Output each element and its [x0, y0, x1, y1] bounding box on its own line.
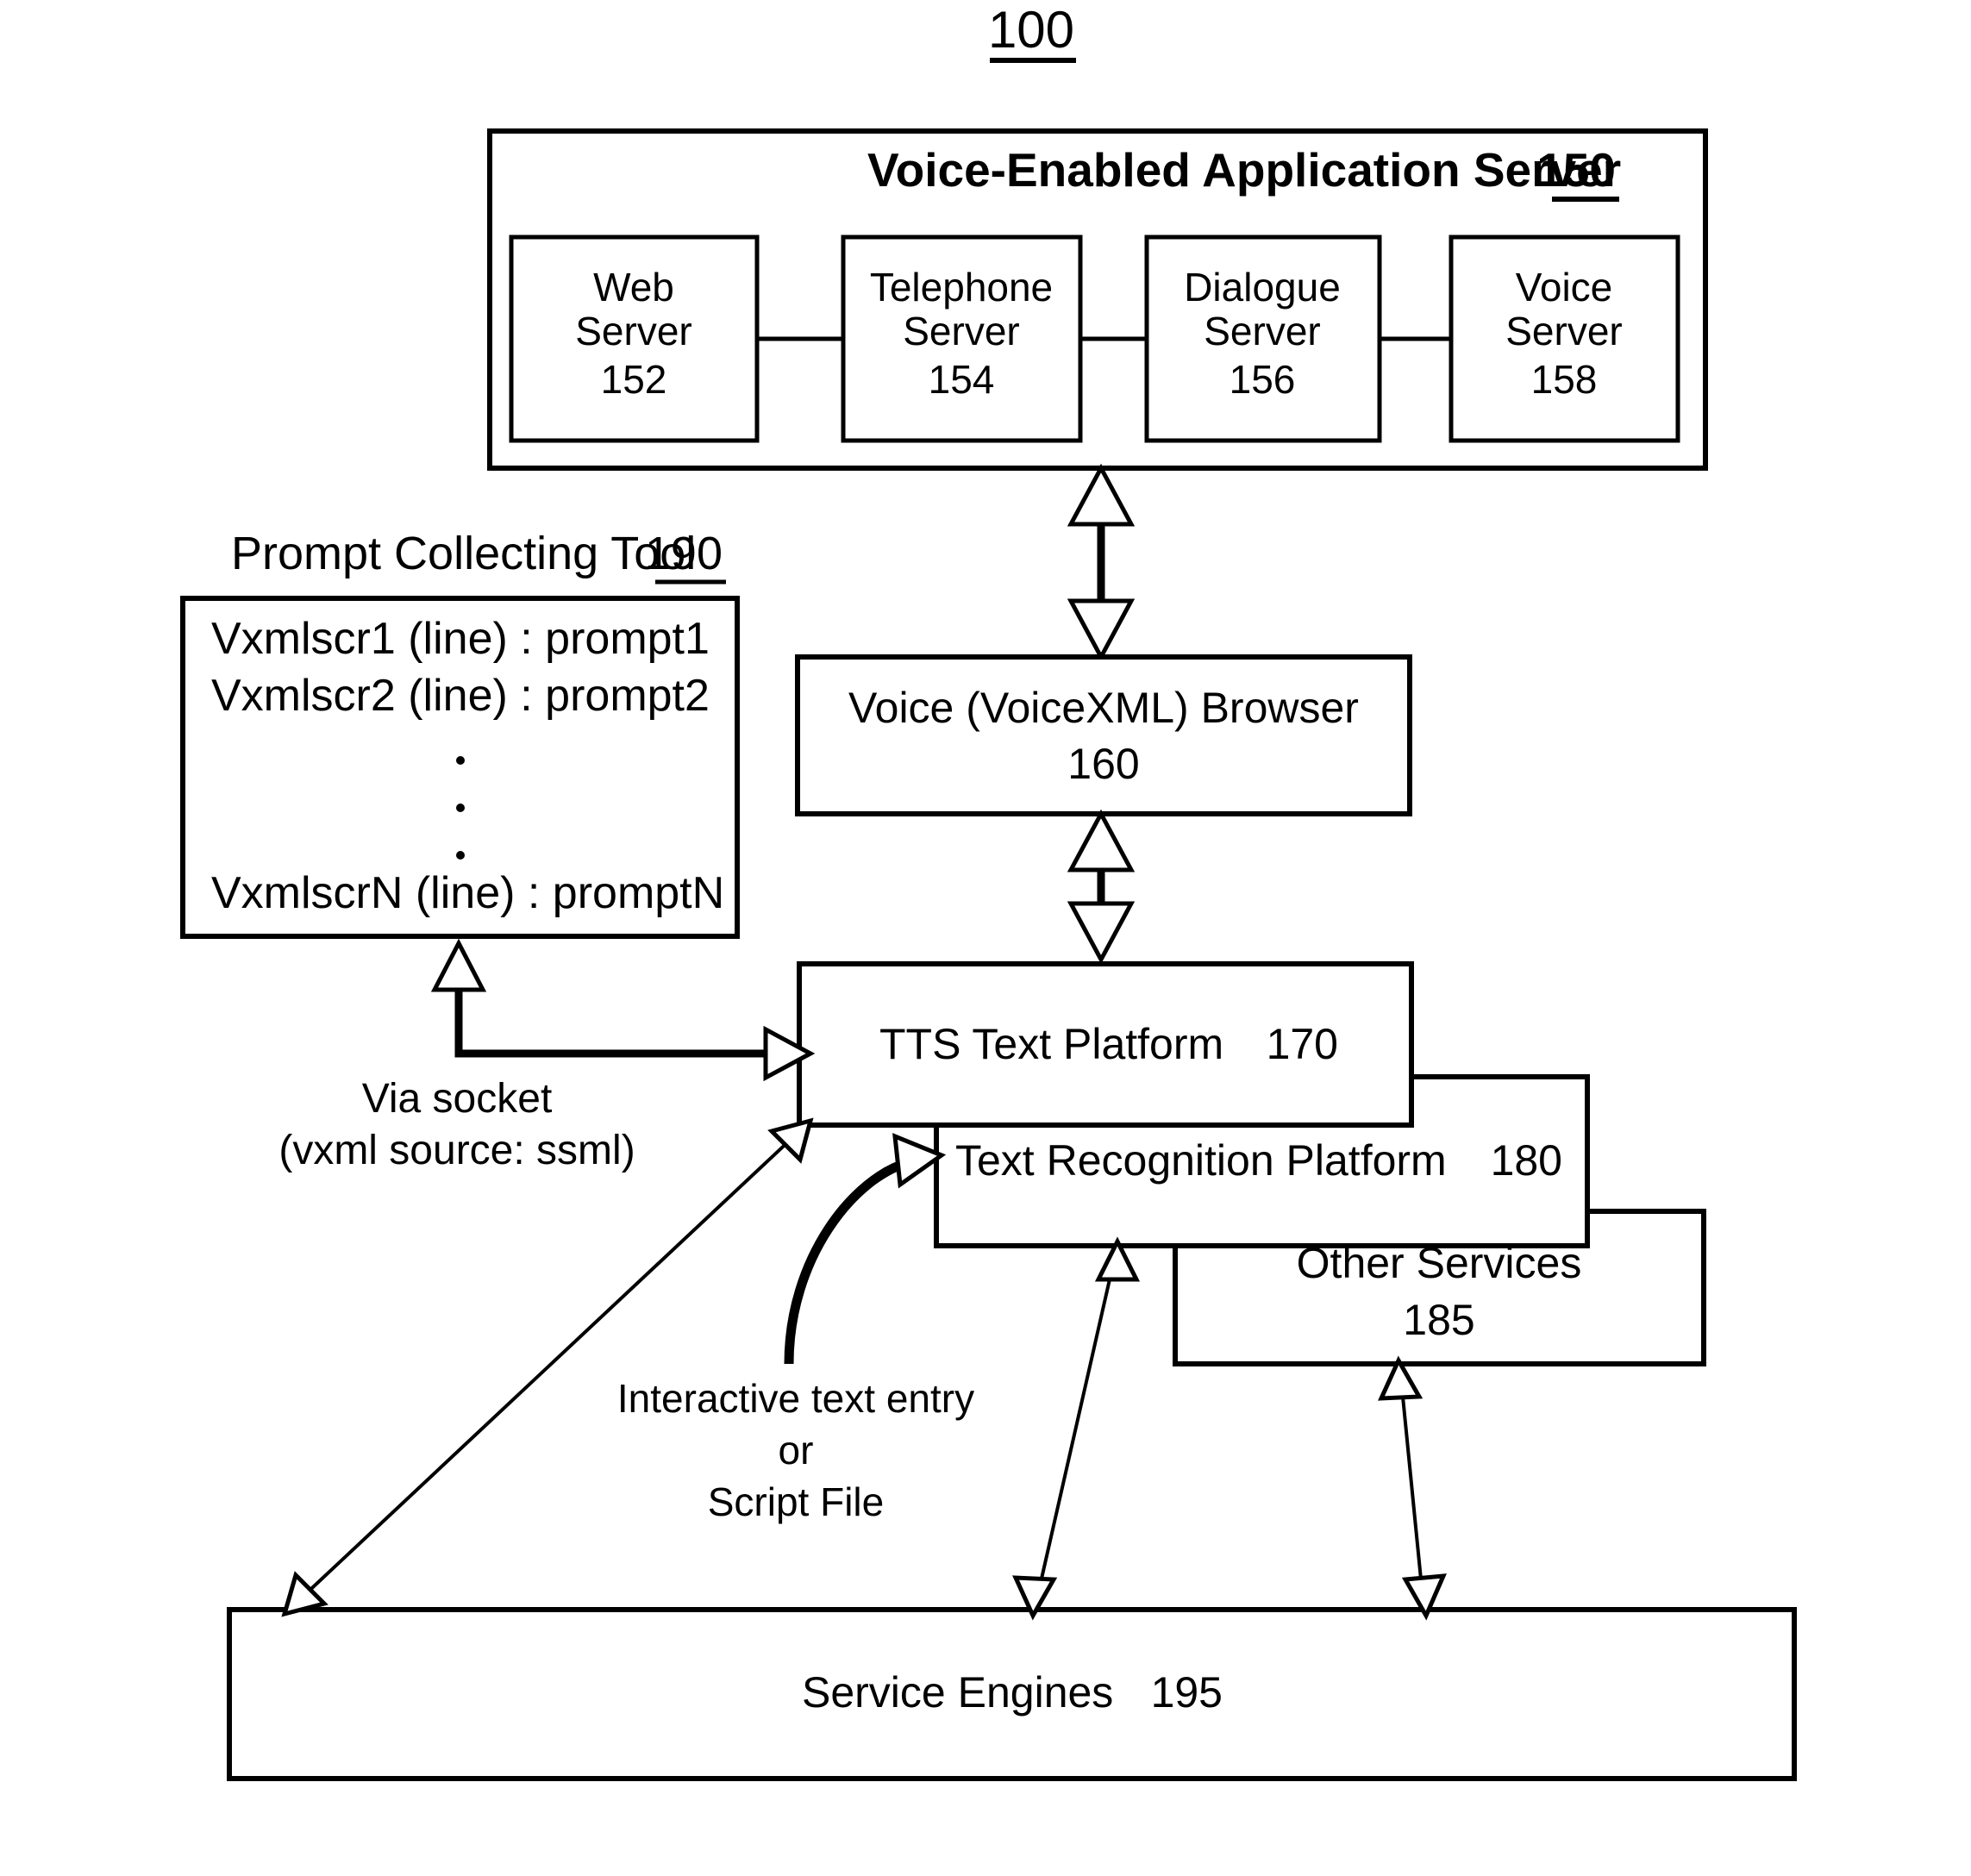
patent-figure: 100 Voice-Enabled Application Server 150…	[0, 0, 1971, 1876]
prompt-line-n: VxmlscrN (line) : promptN	[211, 868, 724, 918]
app-server-title: Voice-Enabled Application Server	[867, 143, 1621, 197]
prompt-tool-ref: 190	[645, 528, 723, 579]
dialogue-server-label-line2: Server	[1204, 309, 1320, 353]
service-engines-title: Service Engines	[802, 1668, 1113, 1717]
tts-text-platform-ref: 170	[1267, 1020, 1338, 1068]
interactive-entry-line3: Script File	[708, 1479, 884, 1524]
prompt-ellipsis-dot-3	[456, 851, 465, 860]
prompt-line-2: Vxmlscr2 (line) : prompt2	[211, 671, 710, 721]
telephone-server-label-line2: Server	[903, 309, 1019, 353]
arrow-appserver-browser-head-up	[1067, 463, 1136, 527]
prompt-ellipsis-dot-1	[456, 756, 465, 765]
other-services-ref: 185	[1403, 1296, 1474, 1344]
text-recognition-platform-title: Text Recognition Platform	[955, 1136, 1447, 1185]
figure-number: 100	[988, 1, 1074, 59]
socket-arrow-head-to-prompt	[430, 938, 487, 992]
prompt-ellipsis-dot-2	[456, 804, 465, 812]
voice-browser-box	[795, 654, 1412, 816]
text-recognition-platform-ref: 180	[1491, 1136, 1562, 1185]
voice-browser-ref: 160	[1067, 740, 1139, 788]
interactive-entry-line2: or	[779, 1428, 814, 1473]
interactive-entry-line1: Interactive text entry	[617, 1376, 974, 1421]
dialogue-server-ref: 156	[1230, 357, 1296, 402]
web-server-ref: 152	[601, 357, 667, 402]
arrow-browser-tts-head-up	[1067, 809, 1136, 872]
voice-server-label-line1: Voice	[1516, 265, 1613, 310]
web-server-label-line2: Server	[575, 309, 691, 353]
socket-connector-path	[454, 972, 781, 1058]
arrow-browser-tts-head-down	[1067, 901, 1136, 965]
tts-text-platform-title: TTS Text Platform	[879, 1020, 1223, 1068]
web-server-label-line1: Web	[593, 265, 674, 310]
interactive-entry-curve	[784, 1157, 911, 1365]
app-server-ref: 150	[1536, 143, 1616, 197]
socket-annotation-line2: (vxml source: ssml)	[278, 1128, 635, 1173]
dialogue-server-label-line1: Dialogue	[1184, 265, 1341, 310]
voice-browser-title: Voice (VoiceXML) Browser	[848, 684, 1359, 732]
arrow-appserver-browser-head-down	[1067, 598, 1136, 662]
voice-server-label-line2: Server	[1505, 309, 1622, 353]
prompt-tool-heading: Prompt Collecting Tool	[231, 528, 696, 579]
prompt-line-1: Vxmlscr1 (line) : prompt1	[211, 614, 710, 664]
telephone-server-ref: 154	[929, 357, 995, 402]
arrow-tts-service-engines-shaft	[298, 1134, 797, 1601]
service-engines-ref: 195	[1151, 1668, 1223, 1717]
arrow-recognition-service-engines-shaft	[1036, 1260, 1116, 1598]
voice-server-ref: 158	[1531, 357, 1598, 402]
system-architecture-diagram: 100 Voice-Enabled Application Server 150…	[180, 1, 1797, 1781]
arrow-other-services-engines-shaft	[1399, 1379, 1424, 1598]
socket-annotation-line1: Via socket	[362, 1076, 553, 1122]
telephone-server-label-line1: Telephone	[870, 265, 1053, 310]
